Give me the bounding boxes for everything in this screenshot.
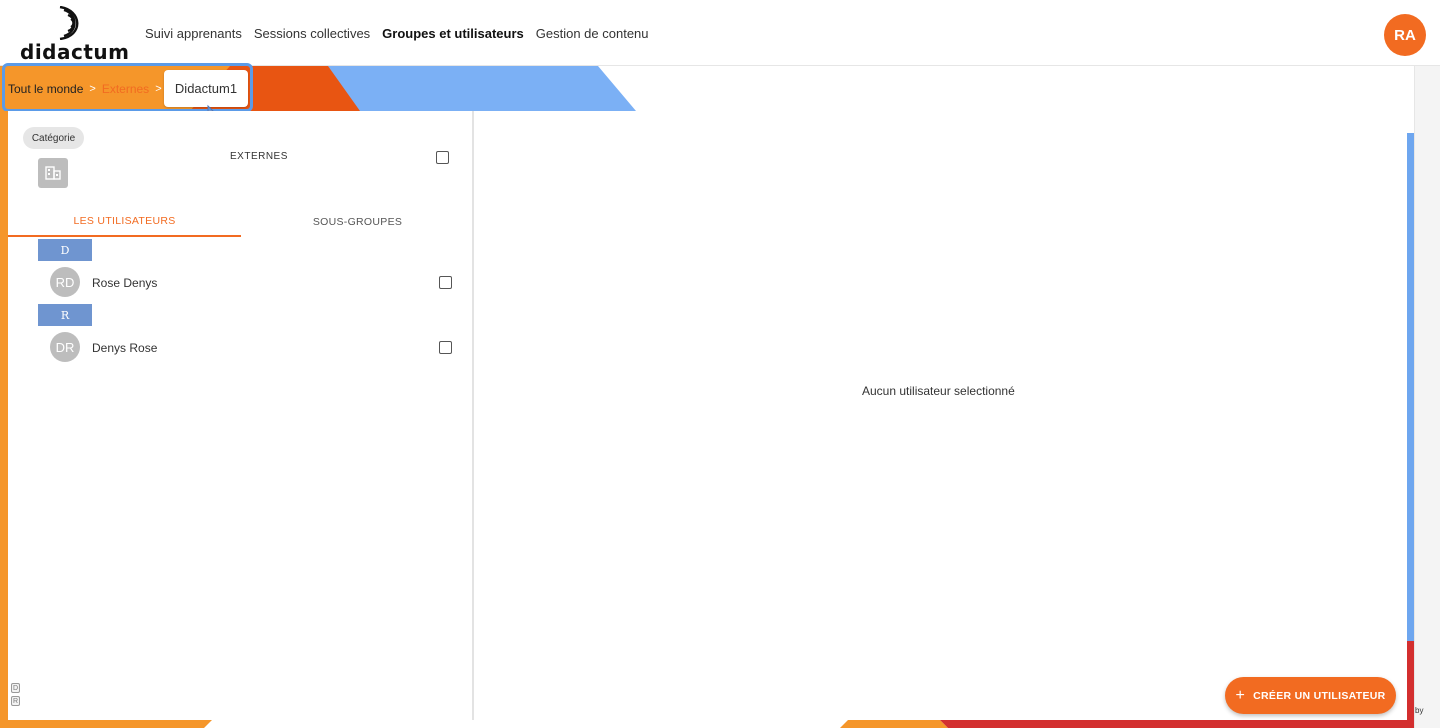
user-checkbox-denys-rose[interactable] [439,341,452,354]
logo-mark-icon [59,6,79,40]
user-avatar-button[interactable]: RA [1384,14,1426,56]
by-mark: by [1415,706,1424,715]
user-checkbox-rose-denys[interactable] [439,276,452,289]
alphabet-index: D R [11,683,20,706]
right-accent-red [1407,641,1414,720]
nav-item-sessions-collectives[interactable]: Sessions collectives [254,26,370,41]
right-scroll-gutter [1414,66,1440,728]
user-name-denys-rose[interactable]: Denys Rose [92,341,157,355]
nav-item-groupes-utilisateurs[interactable]: Groupes et utilisateurs [382,26,524,41]
user-name-rose-denys[interactable]: Rose Denys [92,276,157,290]
group-panel: Catégorie EXTERNES LES UTILISATEURS SOUS… [8,111,474,720]
bottom-right-accent [840,720,1440,728]
nav-item-gestion-contenu[interactable]: Gestion de contenu [536,26,649,41]
brand-logo[interactable]: didactum [20,6,130,64]
index-letter-d[interactable]: D [11,683,20,693]
group-checkbox[interactable] [436,151,449,164]
letter-header-r: R [38,304,92,326]
index-letter-r[interactable]: R [11,696,20,706]
panel-tabs: LES UTILISATEURS SOUS-GROUPES [8,207,474,239]
empty-state-message: Aucun utilisateur selectionné [862,384,1015,398]
nav-item-suivi-apprenants[interactable]: Suivi apprenants [145,26,242,41]
building-icon [38,158,68,188]
tab-subgroups[interactable]: SOUS-GROUPES [241,207,474,237]
user-avatar-rd: RD [50,267,80,297]
brand-name: didactum [20,40,130,64]
plus-icon: + [1235,686,1246,704]
create-user-label: CRÉER UN UTILISATEUR [1253,689,1386,702]
bottom-left-accent [0,720,212,728]
group-name: EXTERNES [230,151,288,162]
right-accent-blue [1407,133,1414,641]
letter-header-d: D [38,239,92,261]
top-navbar: didactum Suivi apprenants Sessions colle… [0,0,1440,66]
main-nav: Suivi apprenants Sessions collectives Gr… [145,26,649,41]
left-accent-border [0,111,8,721]
user-avatar-dr: DR [50,332,80,362]
create-user-button[interactable]: + CRÉER UN UTILISATEUR [1225,677,1396,714]
category-chip[interactable]: Catégorie [23,127,84,149]
tab-users[interactable]: LES UTILISATEURS [8,207,241,237]
